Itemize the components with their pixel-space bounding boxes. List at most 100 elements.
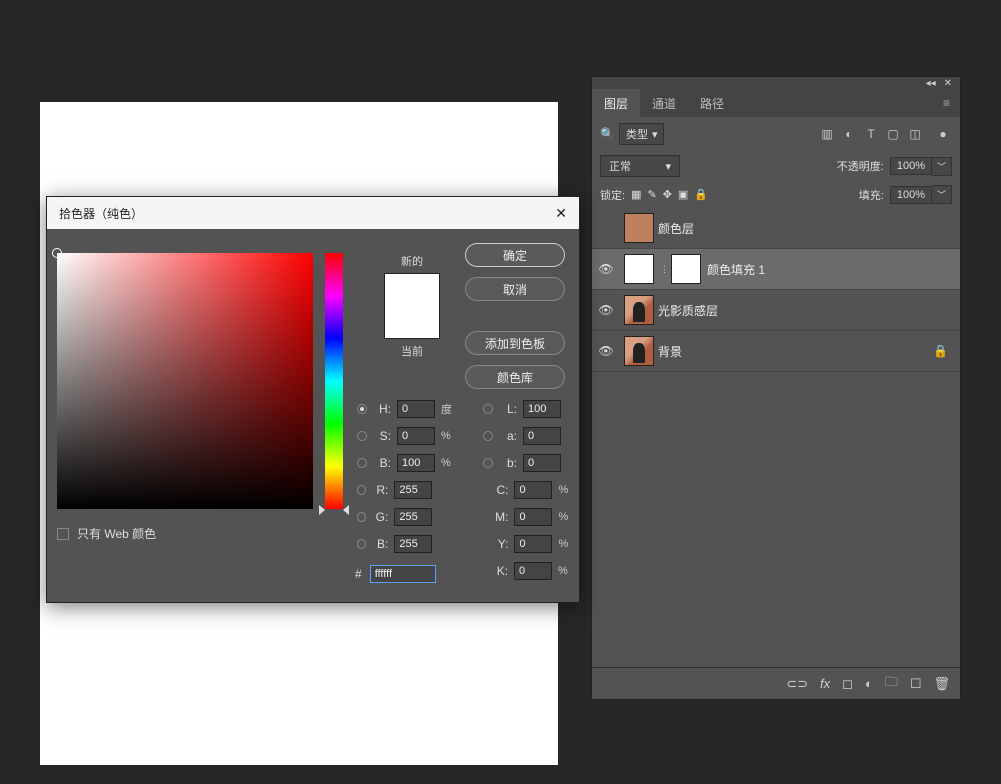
layer-row[interactable]: 👁 光影质感层 (592, 290, 960, 331)
layer-name[interactable]: 颜色填充 1 (707, 261, 765, 278)
cancel-button[interactable]: 取消 (465, 277, 565, 301)
filter-adjust-icon[interactable]: ◐ (840, 125, 858, 143)
group-icon[interactable]: 🗀 (885, 673, 898, 695)
panel-grip[interactable]: ◂◂ ✕ (592, 77, 960, 89)
layer-thumbnail[interactable] (624, 213, 654, 243)
h-label: H: (373, 402, 391, 416)
bc-label: B: (372, 537, 388, 551)
hex-input[interactable] (370, 565, 436, 583)
s-input[interactable] (397, 427, 435, 445)
visibility-toggle[interactable]: 👁 (592, 303, 620, 317)
color-swatch[interactable] (384, 273, 440, 339)
color-libraries-button[interactable]: 颜色库 (465, 365, 565, 389)
visibility-toggle[interactable]: 👁 (592, 262, 620, 276)
y-input[interactable] (514, 535, 552, 553)
fill-input[interactable]: 100% (890, 186, 932, 204)
add-swatch-button[interactable]: 添加到色板 (465, 331, 565, 355)
close-icon[interactable]: ✕ (555, 205, 567, 222)
s-radio[interactable] (357, 431, 367, 441)
dialog-titlebar[interactable]: 拾色器（纯色） ✕ (47, 197, 579, 229)
s-label: S: (373, 429, 391, 443)
bv-unit: % (441, 457, 455, 469)
color-picker-dialog: 拾色器（纯色） ✕ 新的 当前 只有 Web 颜色 确定 取消 添加到色板 颜色… (46, 196, 580, 603)
g-radio[interactable] (357, 512, 366, 522)
fill-caret[interactable]: ﹀ (932, 185, 952, 204)
bv-radio[interactable] (357, 458, 367, 468)
panel-menu-icon[interactable]: ≡ (933, 96, 960, 110)
m-label: M: (492, 510, 508, 524)
hue-slider[interactable] (325, 253, 343, 509)
l-label: L: (499, 402, 517, 416)
collapse-icon[interactable]: ◂◂ (926, 78, 936, 89)
opacity-input[interactable]: 100% (890, 157, 932, 175)
h-radio[interactable] (357, 404, 367, 414)
hash-label: # (355, 567, 362, 581)
lock-icon[interactable]: 🔒 (933, 344, 948, 358)
m-input[interactable] (514, 508, 552, 526)
layer-mask-thumbnail[interactable] (671, 254, 701, 284)
tab-layers[interactable]: 图层 (592, 89, 640, 117)
l-input[interactable] (523, 400, 561, 418)
layer-name[interactable]: 光影质感层 (658, 302, 718, 319)
layer-row[interactable]: 👁 背景 🔒 (592, 331, 960, 372)
tab-paths[interactable]: 路径 (688, 89, 736, 117)
r-input[interactable] (394, 481, 432, 499)
lock-artboard-icon[interactable]: ▣ (678, 188, 688, 201)
checkbox-icon[interactable] (57, 528, 69, 540)
lock-brush-icon[interactable]: ✎ (647, 188, 656, 201)
c-input[interactable] (514, 481, 552, 499)
lock-move-icon[interactable]: ✥ (663, 188, 672, 201)
filter-type-select[interactable]: 类型 ▾ (619, 123, 665, 145)
hex-row: # (355, 565, 436, 583)
layer-name[interactable]: 背景 (658, 343, 682, 360)
search-icon: 🔍 (600, 127, 615, 141)
c-unit: % (558, 484, 571, 496)
filter-pixel-icon[interactable]: ▥ (818, 125, 836, 143)
a-input[interactable] (523, 427, 561, 445)
g-input[interactable] (394, 508, 432, 526)
hue-pointer (343, 505, 349, 515)
filter-text-icon[interactable]: T (862, 125, 880, 143)
close-icon[interactable]: ✕ (944, 78, 952, 89)
layer-name[interactable]: 颜色层 (658, 220, 694, 237)
layer-thumbnail[interactable] (624, 254, 654, 284)
fx-icon[interactable]: fx (820, 676, 830, 691)
r-radio[interactable] (357, 485, 366, 495)
adjustment-icon[interactable]: ◐ (865, 676, 873, 691)
blend-mode-select[interactable]: 正常 ▾ (600, 155, 680, 177)
opacity-caret[interactable]: ﹀ (932, 157, 952, 176)
bc-input[interactable] (394, 535, 432, 553)
saturation-value-field[interactable] (57, 253, 313, 509)
y-label: Y: (492, 537, 508, 551)
new-layer-icon[interactable]: ☐ (910, 676, 922, 692)
filter-smart-icon[interactable]: ◫ (906, 125, 924, 143)
swatch-preview: 新的 当前 (357, 253, 467, 363)
web-colors-checkbox[interactable]: 只有 Web 颜色 (57, 525, 156, 542)
visibility-toggle[interactable]: 👁 (592, 344, 620, 358)
filter-toggle-icon[interactable]: ● (934, 125, 952, 143)
layers-list: 颜色层 👁 ⋮ 颜色填充 1 👁 光影质感层 👁 背景 🔒 (592, 208, 960, 667)
a-radio[interactable] (483, 431, 493, 441)
lock-transparent-icon[interactable]: ▦ (631, 188, 641, 201)
b-input[interactable] (523, 454, 561, 472)
h-input[interactable] (397, 400, 435, 418)
layer-thumbnail[interactable] (624, 295, 654, 325)
sv-cursor[interactable] (52, 248, 62, 258)
lock-all-icon[interactable]: 🔒 (694, 188, 708, 201)
layer-row[interactable]: 👁 ⋮ 颜色填充 1 (592, 249, 960, 290)
bc-radio[interactable] (357, 539, 366, 549)
link-layers-icon[interactable]: ⊂⊃ (786, 676, 808, 692)
web-colors-label: 只有 Web 颜色 (77, 525, 156, 542)
bv-input[interactable] (397, 454, 435, 472)
layer-thumbnail[interactable] (624, 336, 654, 366)
l-radio[interactable] (483, 404, 493, 414)
b-radio[interactable] (483, 458, 493, 468)
blend-mode-value: 正常 (609, 158, 631, 174)
filter-shape-icon[interactable]: ▢ (884, 125, 902, 143)
mask-icon[interactable]: ◻ (842, 676, 853, 692)
ok-button[interactable]: 确定 (465, 243, 565, 267)
k-input[interactable] (514, 562, 552, 580)
trash-icon[interactable]: 🗑 (933, 676, 950, 692)
tab-channels[interactable]: 通道 (640, 89, 688, 117)
layer-row[interactable]: 颜色层 (592, 208, 960, 249)
